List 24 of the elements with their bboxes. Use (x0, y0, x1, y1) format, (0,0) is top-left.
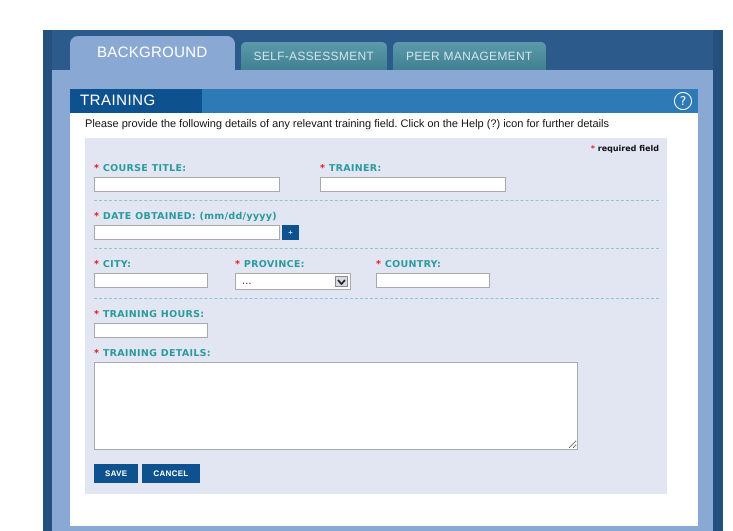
province-dropdown[interactable]: ... (235, 273, 351, 290)
field-label: * COUNTRY: (376, 259, 442, 270)
dropdown-arrow-icon[interactable] (335, 276, 348, 287)
section-title: TRAINING (70, 89, 202, 113)
form-button[interactable]: SAVE (94, 464, 138, 483)
field-label: * TRAINING HOURS: (94, 309, 206, 320)
required-note: * required field (590, 144, 659, 153)
field-label: * TRAINING DETAILS: (94, 348, 212, 359)
input-field[interactable] (94, 323, 208, 338)
form-button[interactable]: CANCEL (142, 464, 200, 483)
date-field[interactable] (94, 225, 280, 240)
field-label: * DATE OBTAINED: (mm/dd/yyyy) (94, 211, 278, 222)
help-icon[interactable]: ? (674, 92, 692, 110)
field-label: * PROVINCE: (235, 259, 306, 270)
input-field[interactable] (376, 273, 490, 288)
field-label: * COURSE TITLE: (94, 163, 188, 174)
input-field[interactable] (94, 177, 280, 192)
calendar-button[interactable]: + (282, 225, 299, 240)
field-label: * CITY: (94, 259, 132, 270)
instructions-text: Please provide the following details of any relevant training field. Click on the Help (?) icon for further details (85, 118, 610, 130)
text-area[interactable] (94, 362, 578, 450)
input-field[interactable] (320, 177, 506, 192)
field-label: * TRAINER: (320, 163, 383, 174)
input-field[interactable] (94, 273, 208, 288)
